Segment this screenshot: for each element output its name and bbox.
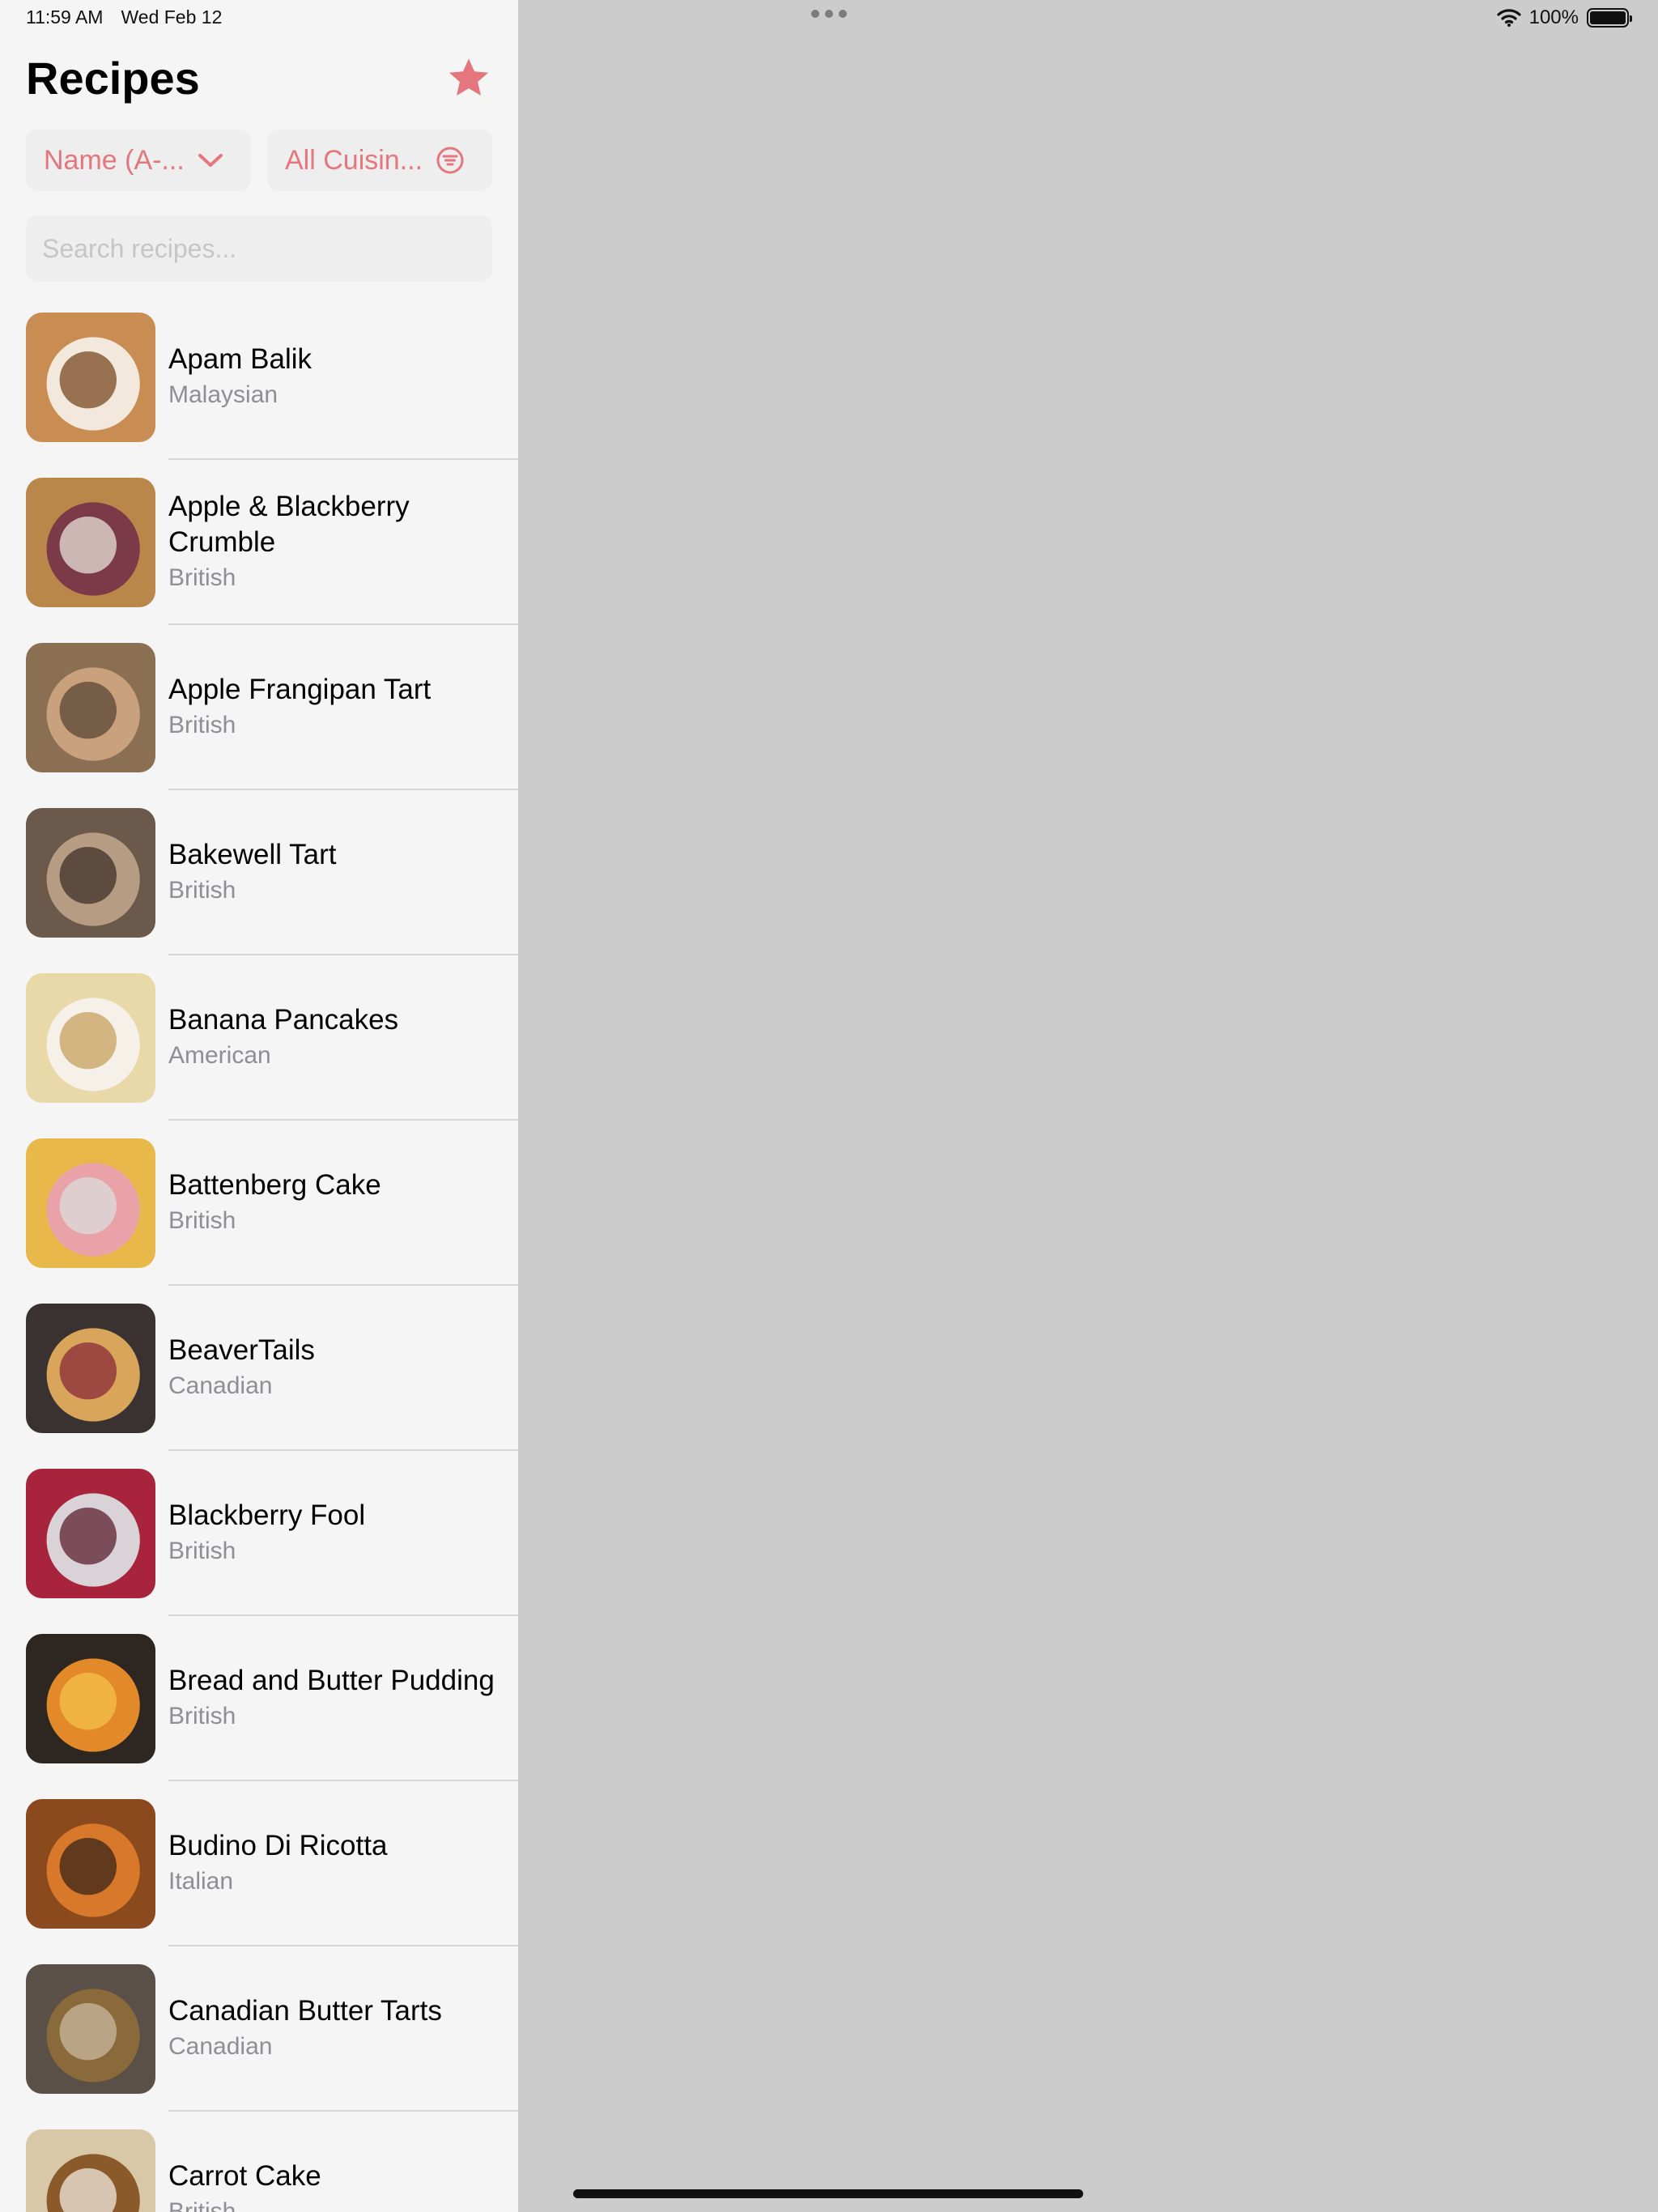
recipe-text: Budino Di Ricotta Italian [168,1828,500,1899]
recipe-thumbnail [26,313,155,442]
recipe-thumbnail [26,1799,155,1929]
recipe-cuisine: British [168,564,236,591]
recipe-cuisine: American [168,1042,271,1069]
recipe-row[interactable]: Battenberg Cake British [0,1137,518,1302]
recipe-text: Canadian Butter Tarts Canadian [168,1993,500,2065]
recipe-list-sidebar: 11:59 AM Wed Feb 12 Recipes Name (A-... … [0,0,518,2212]
recipe-text: Apple Frangipan Tart British [168,672,500,743]
recipe-cuisine: Malaysian [168,381,278,408]
recipe-name: Canadian Butter Tarts [168,1995,442,2027]
recipe-row[interactable]: Banana Pancakes American [0,972,518,1137]
recipe-row[interactable]: Blackberry Fool British [0,1467,518,1632]
recipe-text: Banana Pancakes American [168,1002,500,1074]
recipe-thumbnail [26,1304,155,1433]
row-divider [168,1614,518,1616]
recipe-name: Banana Pancakes [168,1004,399,1036]
recipe-name: Bread and Butter Pudding [168,1665,495,1696]
recipe-name: Apam Balik [168,343,312,375]
filter-circle-icon [436,147,464,174]
recipe-list: Apam Balik Malaysian Apple & Blackberry Cr… [0,311,518,2212]
row-divider [168,789,518,790]
row-divider [168,2110,518,2112]
search-input[interactable] [26,215,492,282]
chevron-down-icon [198,154,223,167]
recipe-row[interactable]: Budino Di Ricotta Italian [0,1797,518,1963]
sort-label: Name (A-... [44,144,185,176]
status-bar-right: 100% [1497,6,1632,29]
recipe-row[interactable]: Apple Frangipan Tart British [0,641,518,806]
recipe-thumbnail [26,1964,155,2094]
recipe-row[interactable]: Bakewell Tart British [0,806,518,972]
recipe-cuisine: British [168,1538,236,1564]
row-divider [168,1449,518,1451]
recipe-cuisine: British [168,1703,236,1729]
recipe-cuisine: British [168,877,236,904]
recipe-name: Battenberg Cake [168,1169,381,1201]
recipe-name: Budino Di Ricotta [168,1830,388,1861]
status-bar-left: 11:59 AM Wed Feb 12 [26,6,222,28]
recipe-thumbnail [26,1138,155,1268]
row-divider [168,1780,518,1781]
recipe-thumbnail [26,1634,155,1763]
recipe-name: Bakewell Tart [168,839,337,870]
status-time: 11:59 AM [26,6,104,28]
recipe-text: Bakewell Tart British [168,837,500,908]
recipe-text: Bread and Butter Pudding British [168,1663,500,1734]
row-divider [168,623,518,625]
recipe-cuisine: Italian [168,1868,234,1895]
battery-icon [1587,8,1632,28]
recipe-thumbnail [26,808,155,938]
sort-menu-button[interactable]: Name (A-... [26,130,251,191]
recipe-text: Apple & Blackberry Crumble British [168,489,500,596]
multitasking-menu-icon[interactable] [811,10,847,18]
recipe-thumbnail [26,643,155,772]
cuisine-filter-label: All Cuisin... [285,144,423,176]
cuisine-filter-button[interactable]: All Cuisin... [267,130,492,191]
recipe-text: Carrot Cake British [168,2159,500,2212]
recipe-cuisine: British [168,2198,236,2212]
recipe-thumbnail [26,1469,155,1598]
battery-percentage: 100% [1528,6,1579,28]
recipe-row[interactable]: Apple & Blackberry Crumble British [0,476,518,641]
favorites-star-icon[interactable] [445,55,492,102]
recipe-cuisine: British [168,1207,236,1234]
recipe-name: Apple & Blackberry Crumble [168,491,410,558]
home-indicator[interactable] [573,2189,1083,2198]
row-divider [168,458,518,460]
recipe-text: BeaverTails Canadian [168,1333,500,1404]
recipe-row[interactable]: Bread and Butter Pudding British [0,1632,518,1797]
recipe-text: Battenberg Cake British [168,1168,500,1239]
detail-pane [518,0,1658,2212]
recipe-row[interactable]: BeaverTails Canadian [0,1302,518,1467]
recipe-name: Carrot Cake [168,2160,321,2192]
recipe-name: BeaverTails [168,1334,315,1366]
recipe-thumbnail [26,478,155,607]
recipe-row[interactable]: Carrot Cake British [0,2128,518,2212]
recipe-text: Apam Balik Malaysian [168,342,500,413]
recipe-thumbnail [26,973,155,1103]
row-divider [168,1119,518,1121]
recipe-thumbnail [26,2129,155,2212]
recipe-cuisine: Canadian [168,2033,273,2060]
status-date: Wed Feb 12 [121,6,223,28]
page-title: Recipes [26,53,200,104]
row-divider [168,1945,518,1946]
recipe-text: Blackberry Fool British [168,1498,500,1569]
row-divider [168,1284,518,1286]
recipe-cuisine: Canadian [168,1372,273,1399]
wifi-icon [1497,9,1521,27]
recipe-cuisine: British [168,712,236,738]
recipe-row[interactable]: Canadian Butter Tarts Canadian [0,1963,518,2128]
recipe-name: Apple Frangipan Tart [168,674,432,705]
recipe-name: Blackberry Fool [168,1499,366,1531]
row-divider [168,954,518,955]
recipe-row[interactable]: Apam Balik Malaysian [0,311,518,476]
